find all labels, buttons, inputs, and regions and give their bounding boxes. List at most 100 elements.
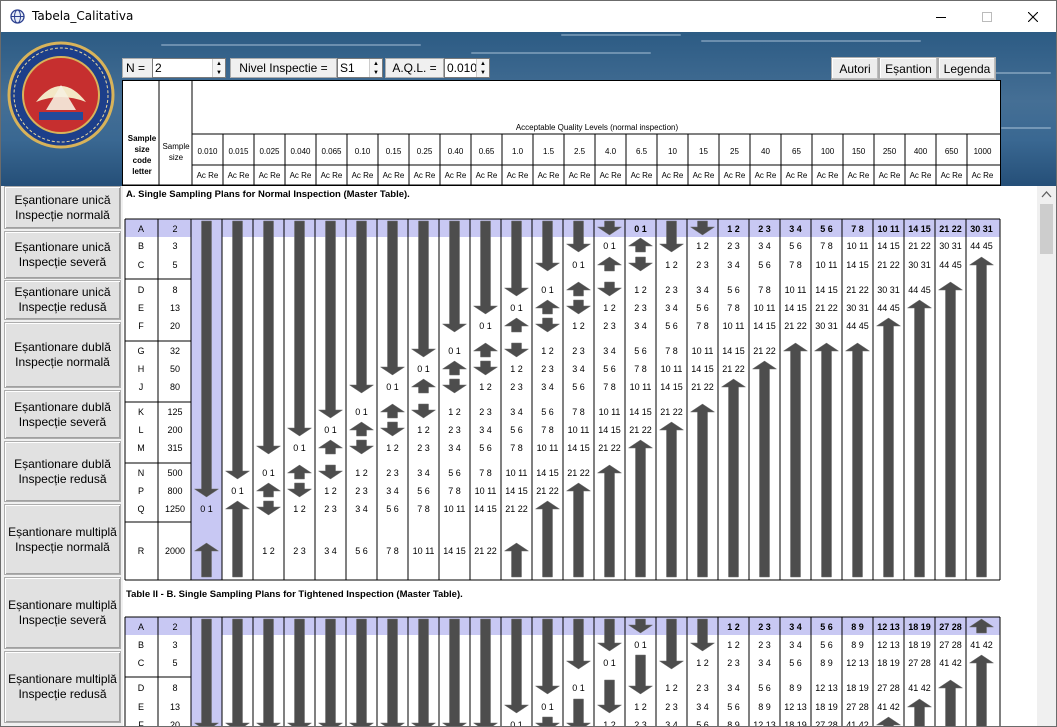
sample-size-value: 1250	[165, 504, 185, 514]
ac-re-value: 2 3	[665, 285, 678, 295]
sidebar-button-0[interactable]: Eșantionare unică Inspecție normală	[4, 186, 121, 229]
sample-size-value: 2000	[165, 546, 185, 556]
sidebar-button-5[interactable]: Eșantionare dublă Inspecție redusă	[4, 441, 121, 502]
ac-re-label: Ac Re	[755, 171, 777, 180]
code-letter: C	[138, 658, 145, 668]
sample-size-value: 32	[170, 346, 180, 356]
spinner-arrows-icon[interactable]: ▲ ▼	[212, 59, 225, 77]
spinner-arrows-icon[interactable]: ▲ ▼	[476, 59, 489, 77]
ac-re-value: 10 11	[692, 346, 714, 356]
ac-re-value: 3 4	[789, 622, 802, 632]
ac-re-value: 27 28	[846, 702, 869, 712]
ac-re-value: 12 13	[846, 658, 869, 668]
ac-re-value: 3 4	[448, 443, 461, 453]
ac-re-value: 2 3	[758, 640, 771, 650]
ac-re-value: 0 1	[417, 364, 430, 374]
arrow-down-icon	[224, 618, 251, 726]
sidebar-button-3[interactable]: Eșantionare dublă Inspecție normală	[4, 322, 121, 388]
ac-re-value: 0 1	[603, 658, 616, 668]
arrow-up-icon	[720, 378, 747, 578]
ac-re-value: 21 22	[877, 260, 900, 270]
sidebar: Eșantionare unică Inspecție normală Eșanti…	[1, 186, 123, 726]
ac-re-value: 12 13	[753, 720, 776, 727]
ac-re-value: 10 11	[506, 468, 528, 478]
ac-re-label: Ac Re	[352, 171, 374, 180]
ac-re-value: 1 2	[665, 683, 678, 693]
ac-re-label: Ac Re	[662, 171, 684, 180]
n-spinner[interactable]: 2 ▲ ▼	[152, 58, 226, 78]
arrow-up-icon	[596, 256, 623, 272]
vertical-scrollbar[interactable]	[1037, 186, 1056, 726]
sample-size-value: 2	[172, 224, 177, 234]
ac-re-value: 5 6	[448, 468, 461, 478]
sidebar-button-label: Eșantionare dublă	[14, 399, 111, 414]
ac-re-value: 10 11	[785, 285, 807, 295]
ac-re-value: 10 11	[413, 546, 435, 556]
sidebar-button-1[interactable]: Eșantionare unică Inspecție severă	[4, 231, 121, 279]
arrow-down-icon	[596, 281, 623, 297]
ac-re-value: 14 15	[722, 346, 745, 356]
close-button[interactable]	[1010, 1, 1056, 32]
ac-re-value: 14 15	[536, 468, 559, 478]
ac-re-label: Ac Re	[290, 171, 312, 180]
arrow-down-icon	[348, 220, 375, 394]
sidebar-button-4[interactable]: Eșantionare dublă Inspecție severă	[4, 390, 121, 439]
sidebar-button-8[interactable]: Eșantionare multiplă Inspecție redusă	[4, 651, 121, 723]
ac-re-value: 41 42	[970, 640, 993, 650]
arrow-up-icon	[875, 317, 902, 578]
ac-re-value: 2 3	[727, 658, 740, 668]
legenda-button[interactable]: Legenda	[938, 57, 996, 80]
ac-re-value: 5 6	[479, 443, 492, 453]
sidebar-button-7[interactable]: Eșantionare multiplă Inspecție severă	[4, 577, 121, 649]
ac-re-value: 30 31	[939, 241, 962, 251]
arrow-down-icon	[503, 342, 530, 358]
arrow-up-icon	[472, 342, 499, 358]
maximize-button[interactable]	[964, 1, 1010, 32]
ac-re-value: 10 11	[754, 303, 776, 313]
ac-re-value: 41 42	[939, 658, 962, 668]
ac-re-value: 1 2	[634, 285, 647, 295]
ac-re-value: 21 22	[815, 303, 838, 313]
ac-re-value: 1 2	[603, 720, 616, 727]
sidebar-button-6[interactable]: Eșantionare multiplă Inspecție normală	[4, 504, 121, 575]
arrow-down-icon	[410, 403, 437, 419]
ac-re-value: 12 13	[877, 622, 900, 632]
ac-re-value: 2 3	[417, 443, 430, 453]
ac-re-value: 7 8	[417, 504, 430, 514]
aql-value: 1000	[974, 147, 992, 156]
sample-size-value: 13	[170, 702, 180, 712]
aql-value: 0.015	[228, 147, 249, 156]
sample-size-value: 50	[170, 364, 180, 374]
aql-spinner[interactable]: 0.010 ▲ ▼	[444, 58, 490, 78]
maximize-icon	[982, 11, 992, 22]
autori-button[interactable]: Autori	[831, 57, 879, 80]
ac-re-value: 21 22	[536, 486, 559, 496]
ac-re-value: 7 8	[448, 486, 461, 496]
aql-value: 400	[914, 147, 928, 156]
ac-re-value: 10 11	[877, 224, 899, 234]
aql-value: 25	[730, 147, 739, 156]
sidebar-button-2[interactable]: Eșantionare unică Inspecție redusă	[4, 280, 121, 320]
code-letter-header: size	[134, 145, 150, 154]
code-letter: D	[138, 683, 145, 693]
ac-re-value: 1 2	[448, 407, 461, 417]
arrow-down-icon	[317, 464, 344, 480]
arrow-down-icon	[286, 220, 313, 437]
scroll-thumb[interactable]	[1040, 204, 1053, 254]
esantion-button[interactable]: Eșantion	[879, 57, 938, 80]
ac-re-value: 10 11	[444, 504, 466, 514]
ac-re-value: 5 6	[820, 640, 833, 650]
scroll-up-icon[interactable]	[1037, 186, 1056, 203]
spinner-arrows-icon[interactable]: ▲ ▼	[369, 59, 382, 77]
ac-re-label: Ac Re	[383, 171, 405, 180]
ac-re-value: 0 1	[572, 260, 585, 270]
app-icon	[10, 9, 25, 24]
table-title: Table II - B. Single Sampling Plans for …	[126, 589, 463, 600]
minimize-button[interactable]	[918, 1, 964, 32]
ac-re-value: 3 4	[665, 303, 678, 313]
ac-re-value: 14 15	[505, 486, 528, 496]
nivel-spinner[interactable]: S1 ▲ ▼	[337, 58, 383, 78]
aql-value: 4.0	[605, 147, 617, 156]
ac-re-value: 5 6	[758, 683, 771, 693]
ac-re-value: 7 8	[696, 321, 709, 331]
